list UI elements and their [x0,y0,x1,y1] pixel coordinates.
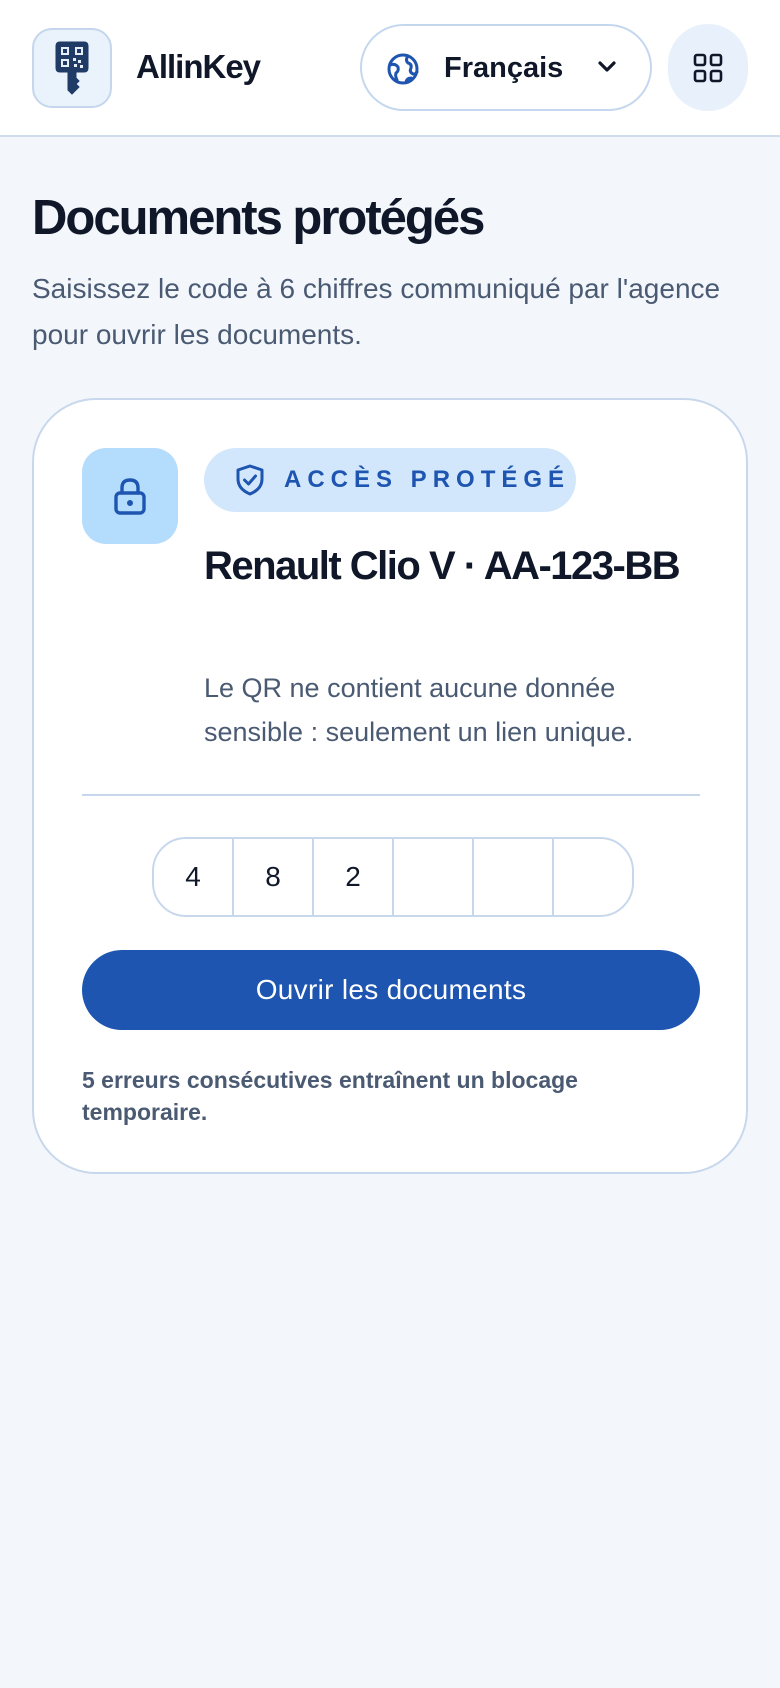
globe-icon [387,53,419,85]
brand-name: AllinKey [136,48,261,85]
page-title: Documents protégés [32,191,485,245]
code-digit-5[interactable] [474,839,554,915]
lock-tile [82,448,178,544]
language-selector[interactable]: Français [360,24,652,111]
code-digit-1[interactable]: 4 [154,839,234,915]
lockout-warning: 5 erreurs consécutives entraînent un blo… [82,1067,578,1125]
code-digit-3[interactable]: 2 [314,839,394,915]
badge-label: ACCÈS PROTÉGÉ [284,466,571,493]
access-card: ACCÈS PROTÉGÉ Renault Clio V · AA-123-BB… [32,398,748,1174]
language-label: Français [444,52,564,84]
privacy-note: Le QR ne contient aucune donnée sensible… [204,673,634,747]
key-qr-icon [55,41,89,95]
top-bar: AllinKey Français [0,0,780,137]
grid-icon [693,53,723,82]
open-documents-button[interactable]: Ouvrir les documents [82,950,700,1030]
apps-menu-button[interactable] [668,24,748,111]
lock-icon [114,478,146,515]
code-input: 4 8 2 [152,837,634,917]
code-digit-4[interactable] [394,839,474,915]
page-subtitle: Saisissez le code à 6 chiffres communiqu… [32,273,721,350]
code-digit-6[interactable] [554,839,632,915]
divider [82,794,700,796]
protected-access-badge: ACCÈS PROTÉGÉ [204,448,576,512]
vehicle-title: Renault Clio V · AA-123-BB [204,544,681,588]
chevron-down-icon [598,61,616,72]
shield-check-icon [236,464,264,496]
code-digit-2[interactable]: 8 [234,839,314,915]
app-logo[interactable] [32,28,112,108]
